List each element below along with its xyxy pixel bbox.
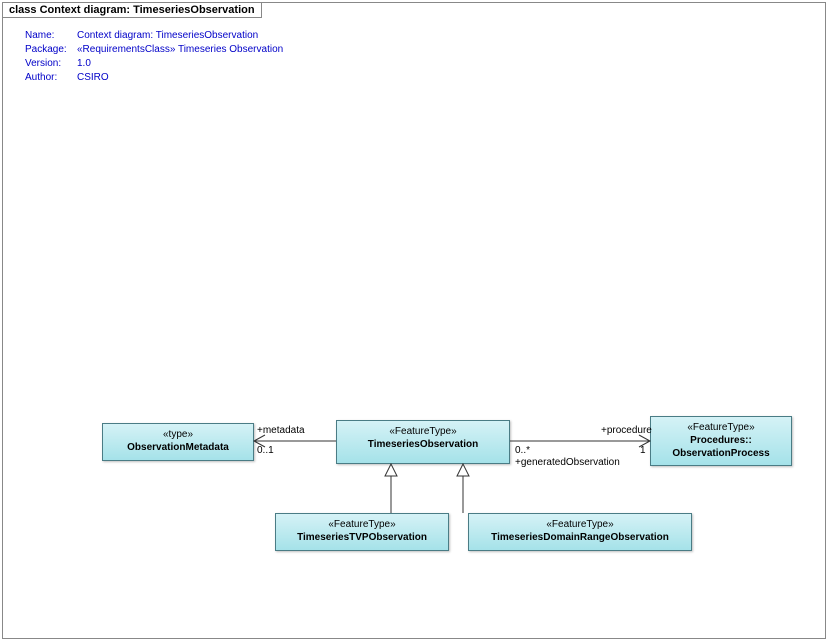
stereotype-label: «FeatureType» [343,425,503,438]
meta-package-label: Package: [25,43,77,57]
meta-version-label: Version: [25,57,77,71]
meta-author-label: Author: [25,71,77,85]
diagram-frame: class Context diagram: TimeseriesObserva… [2,2,826,639]
assoc-metadata-role: +metadata [257,425,305,436]
stereotype-label: «type» [109,428,247,441]
class-timeseries-observation[interactable]: «FeatureType» TimeseriesObservation [336,420,510,464]
diagram-title-prefix: class [9,4,40,16]
assoc-generated-obs-role: +generatedObservation [515,457,620,468]
class-name: TimeseriesDomainRangeObservation [475,531,685,544]
meta-name-value: Context diagram: TimeseriesObservation [77,29,258,43]
assoc-generated-obs-mult: 0..* [515,445,530,456]
class-name: ObservationMetadata [109,441,247,454]
meta-version-value: 1.0 [77,57,91,71]
diagram-title-text: Context diagram: TimeseriesObservation [40,4,255,16]
diagram-metadata-block: Name: Context diagram: TimeseriesObserva… [25,29,283,85]
class-timeseries-domain-range-observation[interactable]: «FeatureType» TimeseriesDomainRangeObser… [468,513,692,551]
assoc-procedure-role: +procedure [601,425,652,436]
assoc-metadata-mult: 0..1 [257,445,274,456]
stereotype-label: «FeatureType» [475,518,685,531]
diagram-title-tab: class Context diagram: TimeseriesObserva… [2,2,262,18]
assoc-procedure-mult-right: 1 [640,445,646,456]
meta-package-value: «RequirementsClass» Timeseries Observati… [77,43,283,57]
class-observation-metadata[interactable]: «type» ObservationMetadata [102,423,254,461]
meta-name-label: Name: [25,29,77,43]
class-name: TimeseriesObservation [343,438,503,451]
class-name: TimeseriesTVPObservation [282,531,442,544]
stereotype-label: «FeatureType» [657,421,785,434]
meta-author-value: CSIRO [77,71,109,85]
class-observation-process[interactable]: «FeatureType» Procedures:: ObservationPr… [650,416,792,466]
class-timeseries-tvp-observation[interactable]: «FeatureType» TimeseriesTVPObservation [275,513,449,551]
class-name: Procedures:: ObservationProcess [657,434,785,460]
stereotype-label: «FeatureType» [282,518,442,531]
